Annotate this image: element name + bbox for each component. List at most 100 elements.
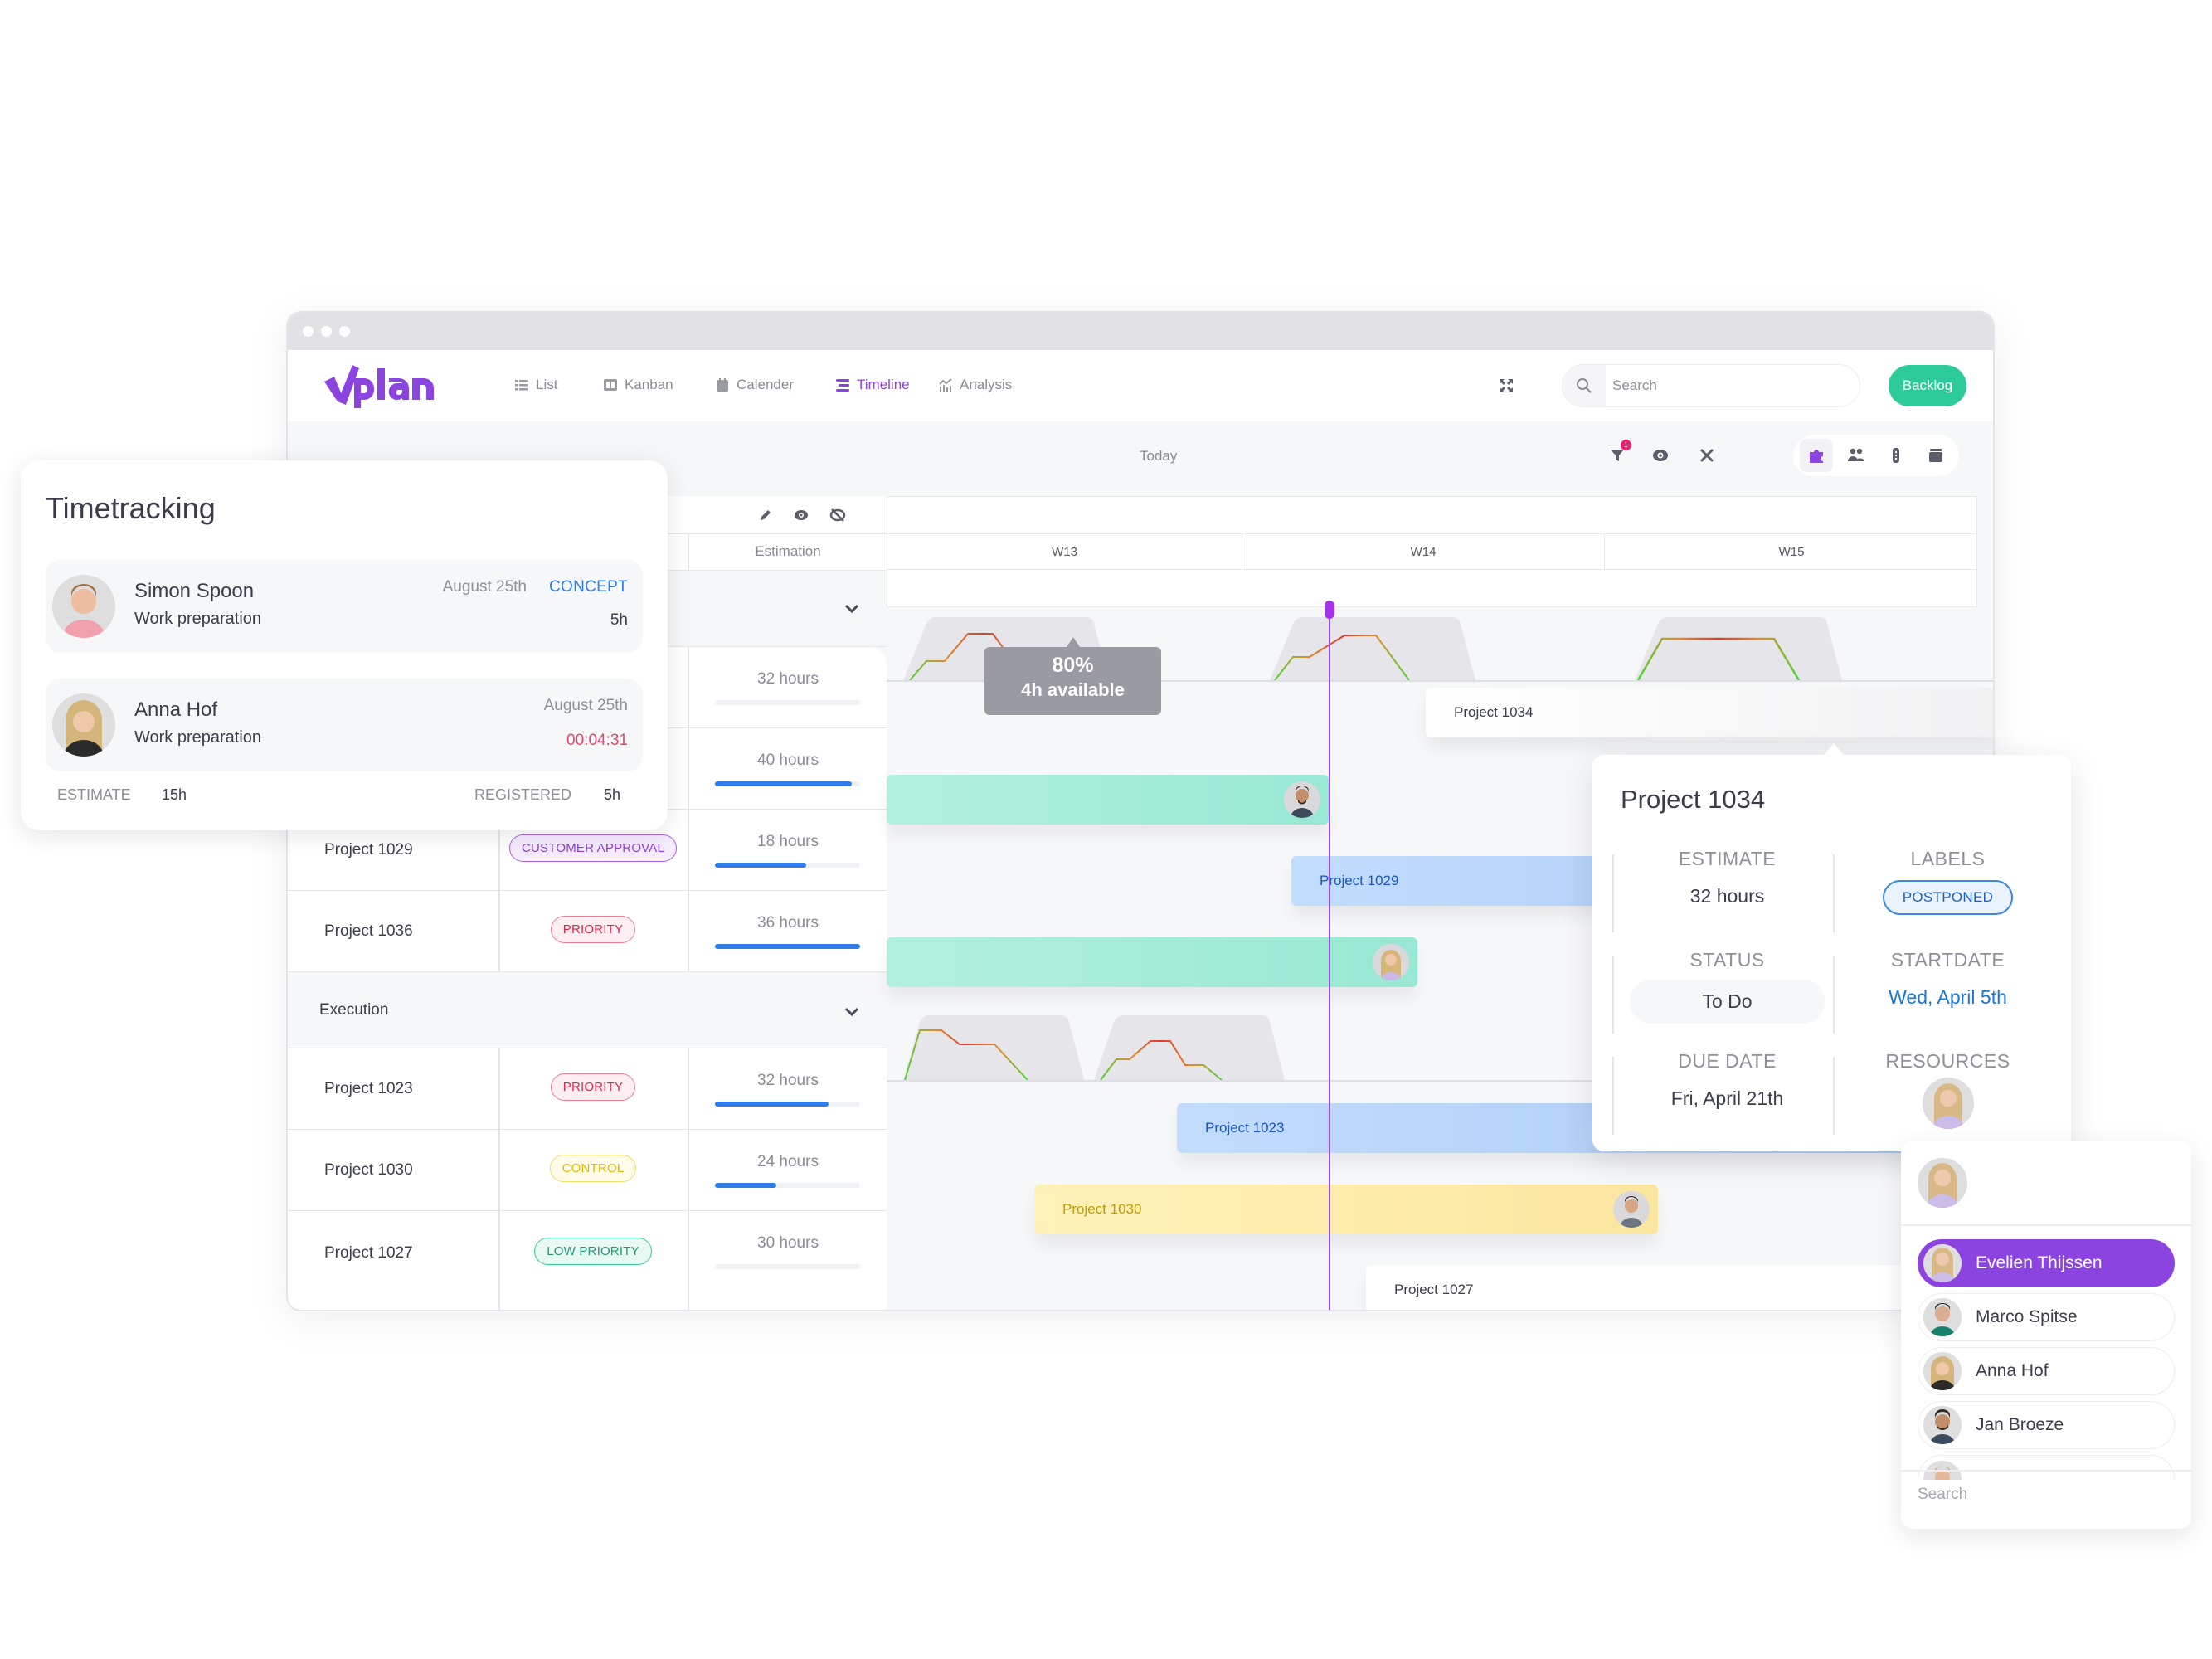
top-navbar: List Kanban Calender Timeline Analysis B… — [288, 350, 1993, 421]
progress-fill — [715, 1102, 829, 1107]
timeline-bar[interactable] — [887, 937, 1417, 987]
avatar — [1923, 1298, 1962, 1336]
tools-button[interactable] — [1698, 446, 1716, 465]
project-name: Project 1029 — [324, 841, 413, 859]
vplan-logo[interactable] — [323, 363, 447, 414]
selected-resource-avatar[interactable] — [1918, 1158, 1967, 1208]
timetracking-entry[interactable]: Anna Hof Work preparation August 25th 00… — [46, 679, 643, 771]
team-view-button[interactable] — [1840, 439, 1873, 472]
detail-estimate-label: ESTIMATE — [1678, 848, 1777, 869]
estimate-progress — [715, 781, 860, 786]
today-button[interactable]: Today — [1140, 448, 1177, 465]
detail-divider — [1612, 854, 1614, 932]
capacity-shape — [1270, 617, 1475, 680]
list-icon — [515, 380, 528, 391]
resource-option-partial[interactable] — [1918, 1455, 2175, 1480]
archive-view-button[interactable] — [1919, 439, 1952, 472]
eye-icon — [1653, 450, 1668, 461]
team-icon — [1848, 448, 1864, 461]
window-dot — [303, 326, 314, 337]
assignee-avatar[interactable] — [1373, 944, 1409, 980]
timeline-bar[interactable]: Project 1030 — [1034, 1185, 1658, 1234]
estimate-hours: 40 hours — [757, 752, 819, 769]
detail-divider — [1612, 956, 1614, 1034]
group-header-execution[interactable]: Execution — [288, 972, 887, 1048]
nav-analysis[interactable]: Analysis — [938, 377, 1012, 393]
avatar — [1923, 1244, 1962, 1282]
estimate-hours: 36 hours — [757, 914, 819, 932]
project-label-tag[interactable]: LOW PRIORITY — [498, 1238, 688, 1265]
project-label-tag[interactable]: PRIORITY — [498, 1073, 688, 1101]
tag-text: CONTROL — [549, 1155, 637, 1182]
resource-avatar[interactable] — [1922, 1078, 1974, 1129]
project-label-tag[interactable]: CUSTOMER APPROVAL — [498, 834, 688, 862]
resource-search-input[interactable] — [1918, 1486, 2175, 1504]
projects-view-button[interactable] — [1800, 439, 1833, 472]
project-name: Project 1023 — [324, 1080, 413, 1097]
estimate-hours: 24 hours — [757, 1153, 819, 1170]
entry-task: Work preparation — [134, 728, 262, 747]
week-w15: W15 — [1778, 544, 1805, 559]
duedate-picker[interactable]: Fri, April 21th — [1617, 1087, 1837, 1110]
eye-icon[interactable] — [794, 508, 809, 523]
status-dropdown[interactable]: To Do — [1630, 980, 1825, 1024]
detail-resources: RESOURCES — [1838, 1050, 2058, 1129]
estimate-progress — [715, 944, 860, 949]
detail-startdate-label: STARTDATE — [1890, 949, 2005, 971]
fullscreen-icon[interactable] — [1499, 378, 1514, 393]
person-avatar-icon — [52, 575, 115, 638]
nav-kanban[interactable]: Kanban — [603, 377, 673, 393]
project-name: Project 1030 — [324, 1161, 413, 1179]
project-label-tag[interactable]: CONTROL — [498, 1155, 688, 1182]
nav-timeline[interactable]: Timeline — [835, 377, 910, 393]
calendar-icon — [717, 378, 728, 392]
table-row[interactable]: Project 1036 PRIORITY 36 hours — [288, 891, 887, 972]
phase-view-button[interactable] — [1879, 439, 1913, 472]
window-dot — [321, 326, 332, 337]
nav-calendar[interactable]: Calender — [715, 377, 794, 393]
table-row[interactable]: Project 1030 CONTROL 24 hours — [288, 1130, 887, 1211]
project-detail-popup: Project 1034 ESTIMATE 32 hours LABELS PO… — [1592, 743, 2071, 1151]
group-label: Execution — [319, 1001, 389, 1019]
assignee-avatar[interactable] — [1613, 1191, 1650, 1228]
person-avatar-icon — [1923, 1298, 1962, 1336]
eye-off-icon[interactable] — [829, 508, 846, 523]
bar-label: Project 1027 — [1394, 1282, 1474, 1297]
timeline-bar[interactable]: Project 1034 — [1426, 688, 1993, 737]
puzzle-icon — [1810, 450, 1823, 463]
archive-icon — [1929, 449, 1942, 462]
edit-icon[interactable] — [758, 508, 773, 523]
resource-option[interactable]: Jan Broeze — [1918, 1401, 2175, 1449]
postponed-tag[interactable]: POSTPONED — [1882, 880, 2014, 915]
assignee-avatar[interactable] — [1284, 781, 1320, 818]
project-label-tag[interactable]: PRIORITY — [498, 916, 688, 943]
filter-count-badge: 1 — [1621, 440, 1631, 450]
resource-option[interactable]: Marco Spitse — [1918, 1293, 2175, 1341]
detail-divider — [1833, 1057, 1835, 1135]
table-row[interactable]: Project 1023 PRIORITY 32 hours — [288, 1048, 887, 1130]
backlog-button[interactable]: Backlog — [1889, 365, 1966, 406]
today-indicator-handle[interactable] — [1325, 601, 1334, 619]
nav-list-label: List — [536, 377, 558, 392]
startdate-picker[interactable]: Wed, April 5th — [1838, 986, 2058, 1009]
registered-label: REGISTERED — [474, 786, 572, 803]
nav-list[interactable]: List — [514, 377, 557, 393]
timetracking-entry[interactable]: Simon Spoon Work preparation August 25th… — [46, 560, 643, 653]
resource-option[interactable]: Anna Hof — [1918, 1347, 2175, 1395]
resource-option[interactable]: Evelien Thijssen — [1918, 1239, 2175, 1287]
visibility-button[interactable] — [1651, 446, 1670, 465]
tag-text: PRIORITY — [550, 916, 636, 943]
filter-button[interactable]: 1 — [1608, 440, 1631, 465]
avatar — [1923, 1406, 1962, 1444]
detail-title: Project 1034 — [1621, 785, 1766, 814]
estimate-progress — [715, 863, 860, 868]
week-w13: W13 — [887, 534, 1242, 569]
table-row[interactable]: Project 1027 LOW PRIORITY 30 hours — [288, 1211, 887, 1310]
chevron-down-icon[interactable] — [844, 604, 859, 614]
search-field[interactable] — [1562, 364, 1860, 407]
timeline-bar[interactable] — [887, 775, 1329, 825]
search-input[interactable] — [1612, 365, 1853, 406]
chevron-down-icon[interactable] — [844, 1007, 859, 1017]
timeline-day-header — [887, 570, 1977, 607]
entry-running-timer: 00:04:31 — [566, 732, 628, 749]
